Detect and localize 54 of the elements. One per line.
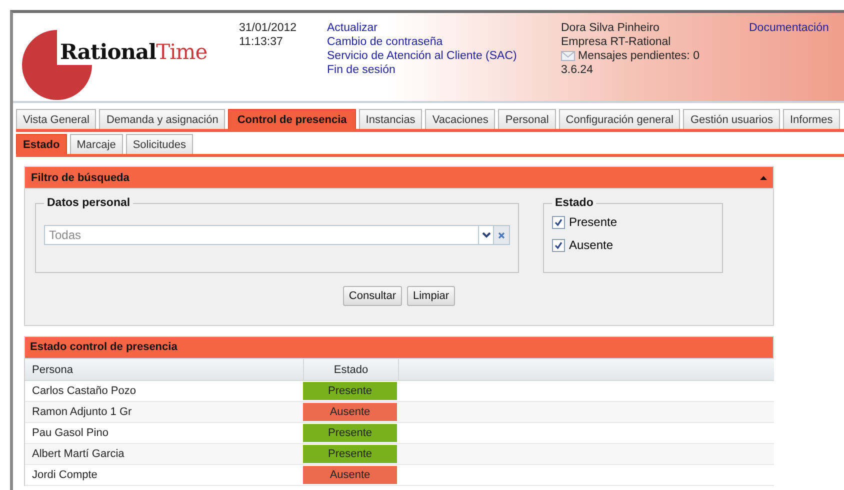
version-text: 3.6.24 [561,63,593,77]
status-label: Presente [303,424,397,442]
person-combo-field[interactable]: Todas [44,225,479,245]
header-link[interactable]: Servicio de Atención al Cliente (SAC) [327,49,517,63]
header-link[interactable]: Actualizar [327,21,378,35]
tab[interactable]: Configuración general [558,109,680,129]
panel-header[interactable]: Filtro de búsqueda [24,166,774,189]
tab[interactable]: Vacaciones [425,109,496,129]
checkbox[interactable] [552,216,565,228]
group-title: Datos personal [46,197,132,209]
panel-title: Estado control de presencia [24,336,774,359]
status-label: Presente [303,382,397,400]
person-name: Carlos Castaño Pozo [31,384,137,399]
subtab[interactable]: Marcaje [70,134,123,154]
documentation-link[interactable]: Documentación [749,22,829,34]
dropdown-button[interactable] [479,225,494,245]
checkbox-label: Presente [569,215,618,229]
person-name: Jordi Compte [31,468,98,483]
tab[interactable]: Instancias [358,109,422,129]
clear-icon [498,232,505,238]
company-name: Empresa RT-Rational [561,35,671,49]
person-name: Ramon Adjunto 1 Gr [31,405,133,420]
app-logo: RationalTime [60,39,208,65]
column-header: Estado [303,359,399,380]
tab[interactable]: Informes [782,109,840,129]
person-name: Pau Gasol Pino [31,426,110,441]
dropdown-icon [482,232,490,238]
form-button[interactable]: Limpiar [407,286,456,306]
column-header: Persona [31,362,74,378]
checkbox[interactable] [552,238,565,252]
tab[interactable]: Vista General [16,109,96,129]
subtab[interactable]: Estado [16,134,67,154]
header-link[interactable]: Fin de sesión [327,63,396,77]
status-label: Ausente [303,403,397,421]
subtab[interactable]: Solicitudes [126,134,194,154]
envelope-icon [561,51,575,61]
status-label: Presente [303,445,397,463]
time-text: 11:13:37 [239,35,284,49]
person-name: Albert Martí Garcia [31,447,126,462]
messages-count: Mensajes pendientes: 0 [578,49,700,63]
header-link[interactable]: Cambio de contraseña [327,35,443,49]
group-title: Estado [554,197,594,209]
tab[interactable]: Personal [498,109,556,129]
status-label: Ausente [303,466,397,484]
date-text: 31/01/2012 [239,21,298,35]
collapse-icon[interactable] [760,176,767,180]
tab[interactable]: Control de presencia [228,109,356,129]
form-button[interactable]: Consultar [342,286,402,306]
user-name: Dora Silva Pinheiro [561,21,660,35]
panel-title: Filtro de búsqueda [31,172,130,184]
tab[interactable]: Gestión usuarios [683,109,780,129]
checkbox-label: Ausente [569,238,614,252]
clear-button[interactable] [494,225,510,245]
tab[interactable]: Demanda y asignación [99,109,226,129]
